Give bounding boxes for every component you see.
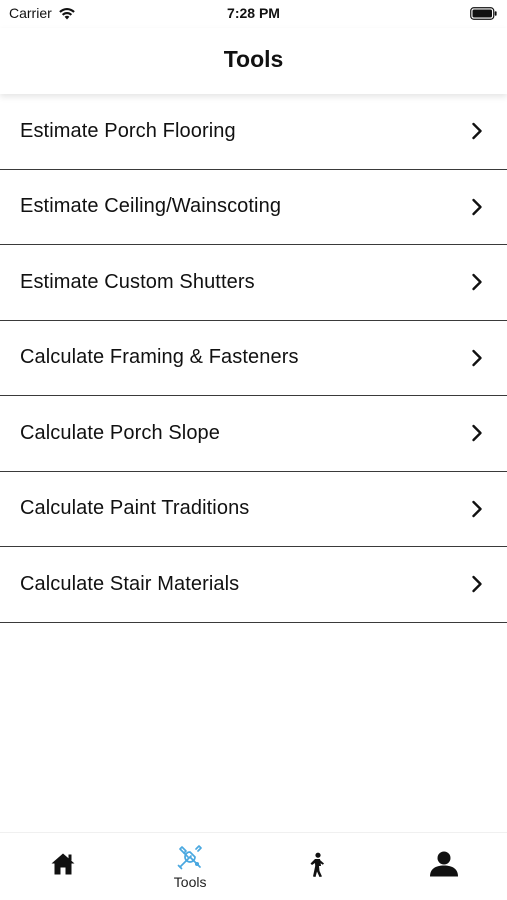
list-item-label: Calculate Paint Traditions xyxy=(20,497,250,520)
activity-icon xyxy=(310,852,324,877)
tools-list: Estimate Porch Flooring Estimate Ceiling… xyxy=(0,94,507,623)
list-item-label: Estimate Ceiling/Wainscoting xyxy=(20,195,282,218)
home-icon xyxy=(51,853,75,875)
profile-icon xyxy=(429,851,458,877)
chevron-right-icon xyxy=(472,349,482,366)
status-time: 7:28 PM xyxy=(227,5,280,21)
tab-tools[interactable]: Tools xyxy=(127,833,254,900)
tab-tools-label: Tools xyxy=(173,874,207,890)
list-item-calculate-framing-fasteners[interactable]: Calculate Framing & Fasteners xyxy=(0,321,507,396)
list-item-label: Calculate Framing & Fasteners xyxy=(20,346,299,369)
page-title: Tools xyxy=(223,46,284,72)
tab-profile[interactable] xyxy=(380,833,507,900)
list-item-label: Calculate Porch Slope xyxy=(20,421,220,444)
chevron-right-icon xyxy=(472,500,482,517)
list-item-estimate-porch-flooring[interactable]: Estimate Porch Flooring xyxy=(0,94,507,170)
battery-icon xyxy=(470,7,497,20)
list-item-estimate-ceiling-wainscoting[interactable]: Estimate Ceiling/Wainscoting xyxy=(0,170,507,245)
list-item-calculate-paint-traditions[interactable]: Calculate Paint Traditions xyxy=(0,472,507,547)
chevron-right-icon xyxy=(472,198,482,215)
list-item-label: Estimate Porch Flooring xyxy=(20,119,236,142)
chevron-right-icon xyxy=(472,425,482,442)
nav-header: Tools xyxy=(0,28,507,94)
list-item-estimate-custom-shutters[interactable]: Estimate Custom Shutters xyxy=(0,245,507,321)
status-bar: Carrier 7:28 PM xyxy=(0,0,507,28)
chevron-right-icon xyxy=(472,576,482,593)
tools-icon xyxy=(177,845,202,870)
chevron-right-icon xyxy=(472,274,482,291)
list-item-label: Estimate Custom Shutters xyxy=(20,270,255,293)
tab-bar: Tools xyxy=(0,832,507,900)
list-item-label: Calculate Stair Materials xyxy=(20,572,240,595)
list-item-calculate-stair-materials[interactable]: Calculate Stair Materials xyxy=(0,547,507,623)
chevron-right-icon xyxy=(472,123,482,140)
tab-home[interactable] xyxy=(0,833,127,900)
list-item-calculate-porch-slope[interactable]: Calculate Porch Slope xyxy=(0,396,507,472)
tab-activity[interactable] xyxy=(254,833,381,900)
screen: Carrier 7:28 PM Tools Estimate Porch Flo… xyxy=(0,0,507,900)
